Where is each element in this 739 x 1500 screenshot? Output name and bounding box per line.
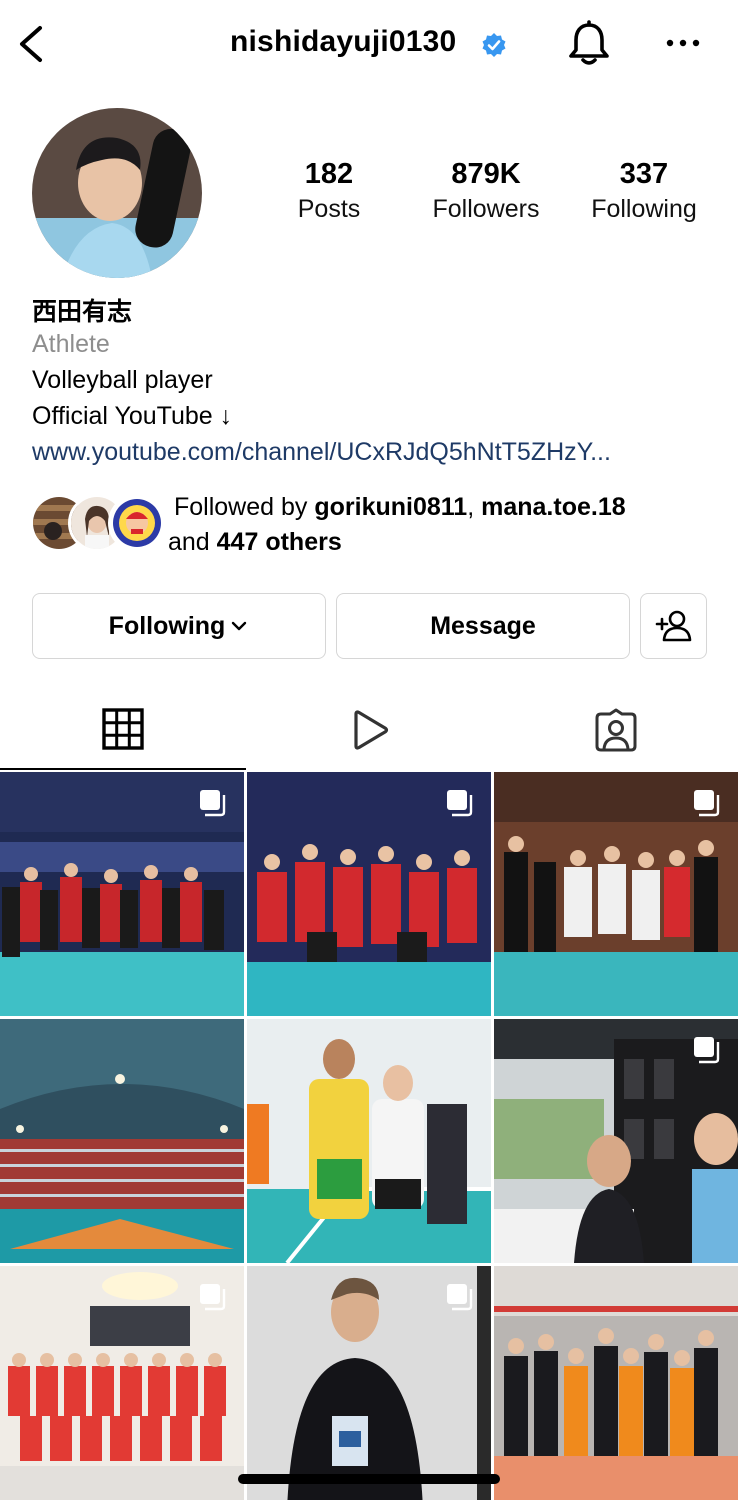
verified-badge-icon [482, 33, 506, 57]
post-image [247, 1019, 491, 1263]
multiple-posts-icon [200, 1284, 226, 1311]
post-thumbnail[interactable] [247, 772, 491, 1016]
post-thumbnail[interactable] [494, 1019, 738, 1263]
message-button[interactable]: Message [336, 593, 630, 659]
profile-username: nishidayuji0130 [230, 25, 457, 58]
chevron-left-icon [20, 26, 42, 62]
home-indicator [238, 1474, 500, 1484]
tagged-person-icon [595, 708, 637, 752]
profile-full-name: 西田有志 [32, 297, 133, 326]
posts-count[interactable]: 182 Posts [268, 156, 390, 226]
more-options-button[interactable] [660, 26, 706, 62]
post-image [0, 1019, 244, 1263]
notifications-button[interactable] [566, 20, 612, 68]
post-thumbnail[interactable] [494, 1266, 738, 1500]
following-button-label: Following [108, 611, 226, 640]
mutual-follower-name: mana.toe.18 [481, 493, 626, 521]
bio-line: Volleyball player [32, 366, 213, 394]
back-button[interactable] [14, 22, 50, 66]
tab-tagged[interactable] [493, 690, 739, 770]
tab-reels[interactable] [246, 690, 492, 770]
mutual-avatar [108, 494, 166, 552]
top-bar: nishidayuji0130 [0, 0, 739, 88]
suggested-people-button[interactable] [640, 593, 707, 659]
multiple-posts-icon [447, 790, 473, 817]
bell-icon [569, 20, 609, 65]
add-person-icon [655, 610, 691, 642]
profile-category: Athlete [32, 330, 110, 358]
followers-count-label: Followers [432, 195, 540, 223]
multiple-posts-icon [447, 1284, 473, 1311]
post-thumbnail[interactable] [494, 772, 738, 1016]
profile-tabs [0, 690, 739, 770]
followed-by-prefix: Followed by [174, 493, 315, 521]
profile-avatar[interactable] [32, 108, 202, 278]
post-image [494, 1266, 738, 1500]
post-thumbnail[interactable] [247, 1019, 491, 1263]
post-thumbnail[interactable] [247, 1266, 491, 1500]
tab-posts-grid[interactable] [0, 690, 246, 770]
followers-count[interactable]: 879K Followers [416, 156, 556, 226]
posts-count-label: Posts [297, 195, 361, 223]
post-thumbnail[interactable] [0, 772, 244, 1016]
following-count-label: Following [591, 195, 697, 223]
more-dots-icon [666, 39, 700, 47]
followed-by-text[interactable]: Followed by gorikuni0811, mana.toe.18 an… [168, 490, 714, 560]
bio-link[interactable]: www.youtube.com/channel/UCxRJdQ5hNtT5ZHz… [32, 438, 702, 467]
post-thumbnail[interactable] [0, 1019, 244, 1263]
mutual-follower-name: gorikuni0811 [314, 493, 468, 521]
message-button-label: Message [430, 611, 536, 640]
posts-count-value: 182 [304, 158, 354, 190]
bio-line: Official YouTube ↓ [32, 402, 233, 430]
multiple-posts-icon [694, 790, 720, 817]
followers-count-value: 879K [451, 158, 521, 190]
profile-photo [32, 108, 202, 278]
chevron-down-icon [232, 621, 247, 631]
followed-by-separator: , [467, 493, 482, 521]
followed-by-and: and [168, 528, 217, 556]
post-thumbnail[interactable] [0, 1266, 244, 1500]
mutual-followers-others-count: 447 others [216, 528, 342, 556]
mutual-followers-avatars[interactable] [30, 494, 166, 554]
multiple-posts-icon [694, 1037, 720, 1064]
play-icon [354, 710, 389, 750]
grid-icon [102, 708, 144, 750]
multiple-posts-icon [200, 790, 226, 817]
following-count[interactable]: 337 Following [578, 156, 710, 226]
following-button[interactable]: Following [32, 593, 326, 659]
following-count-value: 337 [619, 158, 669, 190]
